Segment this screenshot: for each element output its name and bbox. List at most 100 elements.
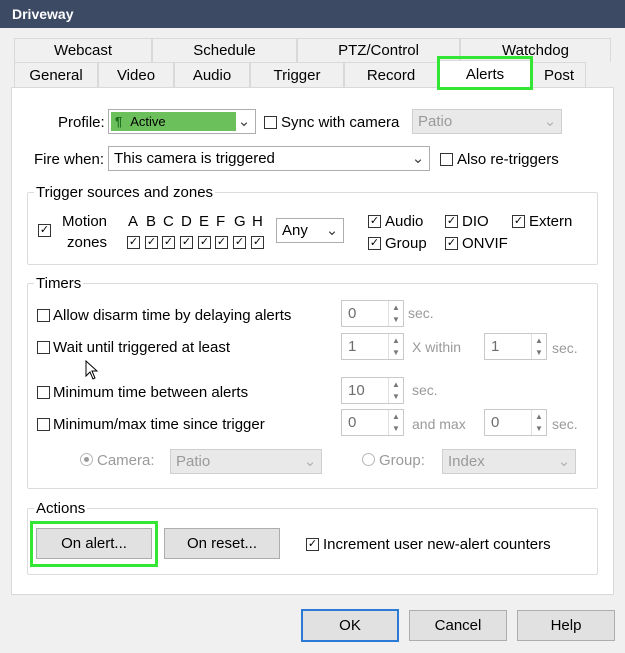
tab-post[interactable]: Post (532, 62, 586, 87)
min-max-checkbox[interactable] (37, 418, 50, 431)
on-reset-button[interactable]: On reset... (164, 528, 280, 559)
tab-schedule[interactable]: Schedule (152, 38, 297, 62)
tab-audio[interactable]: Audio (174, 62, 250, 87)
wait-triggered-checkbox[interactable] (37, 341, 50, 354)
zone-label-h: H (252, 213, 263, 230)
tab-general[interactable]: General (14, 62, 98, 87)
profile-value: Active (130, 114, 166, 129)
zone-checkbox-e[interactable]: ✓ (198, 236, 211, 249)
trigger-sources-title: Trigger sources and zones (34, 184, 216, 201)
zone-checkbox-b[interactable]: ✓ (145, 236, 158, 249)
timer-group-select[interactable]: Index ⌄ (442, 449, 576, 474)
min-between-unit: sec. (412, 382, 438, 398)
chevron-down-icon: ⌄ (543, 113, 557, 130)
motion-label: Motion (62, 213, 108, 230)
fire-when-label: Fire when: (34, 151, 105, 168)
x-within-label: X within (412, 339, 462, 355)
profile-select[interactable]: ¶ Active ⌄ (108, 109, 256, 134)
min-between-label: Minimum time between alerts (53, 384, 249, 401)
within-unit: sec. (552, 340, 578, 356)
profile-color-swatch: ¶ Active (111, 112, 236, 131)
dio-checkbox[interactable]: ✓ (445, 215, 458, 228)
tab-ptz-control[interactable]: PTZ/Control (297, 38, 460, 62)
onvif-label: ONVIF (462, 235, 508, 252)
chevron-down-icon: ⌄ (557, 453, 571, 470)
camera-radio[interactable] (80, 453, 93, 466)
max-spinner[interactable]: 0 ▲ ▼ (484, 409, 547, 436)
chevron-down-icon: ⌄ (237, 113, 251, 130)
zone-checkbox-h[interactable]: ✓ (251, 236, 264, 249)
chevron-down-icon: ⌄ (411, 150, 425, 167)
cancel-button[interactable]: Cancel (409, 610, 507, 641)
spinner-arrows-icon[interactable]: ▲ ▼ (388, 301, 403, 326)
tab-trigger[interactable]: Trigger (250, 62, 344, 87)
tab-video[interactable]: Video (98, 62, 174, 87)
min-max-label: Minimum/max time since trigger (53, 416, 265, 433)
group-checkbox[interactable]: ✓ (368, 237, 381, 250)
zone-checkbox-f[interactable]: ✓ (215, 236, 228, 249)
zone-checkbox-c[interactable]: ✓ (162, 236, 175, 249)
sync-camera-checkbox[interactable] (264, 116, 277, 129)
also-retriggers-checkbox[interactable] (440, 153, 453, 166)
wait-triggered-spinner[interactable]: 1 ▲ ▼ (341, 333, 404, 360)
chevron-down-icon: ⌄ (303, 453, 317, 470)
fire-when-value: This camera is triggered (114, 150, 275, 167)
audio-checkbox[interactable]: ✓ (368, 215, 381, 228)
sync-camera-select[interactable]: Patio ⌄ (412, 109, 562, 134)
chevron-down-icon: ⌄ (325, 222, 339, 239)
tab-row-back: Webcast Schedule PTZ/Control Watchdog (14, 38, 611, 62)
extern-label: Extern (529, 213, 573, 230)
within-spinner[interactable]: 1 ▲ ▼ (484, 333, 547, 360)
on-alert-button[interactable]: On alert... (36, 528, 152, 559)
extern-checkbox[interactable]: ✓ (512, 215, 525, 228)
within-value: 1 (491, 338, 500, 355)
timers-title: Timers (34, 275, 84, 292)
spinner-arrows-icon[interactable]: ▲ ▼ (388, 334, 403, 359)
min-spinner[interactable]: 0 ▲ ▼ (341, 409, 404, 436)
fire-when-select[interactable]: This camera is triggered ⌄ (108, 146, 430, 171)
min-between-spinner[interactable]: 10 ▲ ▼ (341, 377, 404, 404)
window-title: Driveway (0, 0, 625, 28)
group-label: Group (385, 235, 427, 252)
zone-label-a: A (128, 213, 139, 230)
increment-counters-label: Increment user new-alert counters (323, 536, 551, 553)
disarm-delay-value: 0 (348, 305, 357, 322)
tab-webcast[interactable]: Webcast (14, 38, 152, 62)
disarm-delay-checkbox[interactable] (37, 309, 50, 322)
zone-match-select[interactable]: Any ⌄ (276, 218, 344, 243)
increment-counters-checkbox[interactable]: ✓ (306, 538, 319, 551)
zone-match-value: Any (282, 222, 308, 239)
zone-label-b: B (146, 213, 157, 230)
help-button[interactable]: Help (517, 610, 615, 641)
min-between-value: 10 (348, 382, 365, 399)
tab-watchdog[interactable]: Watchdog (460, 38, 611, 62)
camera-radio-label: Camera: (97, 452, 155, 469)
max-unit: sec. (552, 416, 578, 432)
onvif-checkbox[interactable]: ✓ (445, 237, 458, 250)
zone-checkbox-g[interactable]: ✓ (233, 236, 246, 249)
group-radio[interactable] (362, 453, 375, 466)
tab-row-front: General Video Audio Trigger Record Alert… (14, 60, 586, 87)
disarm-delay-unit: sec. (408, 305, 434, 321)
spinner-arrows-icon[interactable]: ▲ ▼ (388, 410, 403, 435)
sync-camera-label: Sync with camera (281, 114, 400, 131)
zone-label-d: D (181, 213, 192, 230)
spinner-arrows-icon[interactable]: ▲ ▼ (531, 334, 546, 359)
zone-checkbox-a[interactable]: ✓ (127, 236, 140, 249)
max-value: 0 (491, 414, 500, 431)
ok-button[interactable]: OK (301, 609, 399, 642)
zone-checkbox-d[interactable]: ✓ (180, 236, 193, 249)
min-between-checkbox[interactable] (37, 386, 50, 399)
motion-zones-checkbox[interactable]: ✓ (38, 224, 51, 237)
tab-record[interactable]: Record (344, 62, 438, 87)
also-retriggers-label: Also re-triggers (457, 151, 559, 168)
group-radio-label: Group: (379, 452, 425, 469)
sync-camera-value: Patio (418, 113, 453, 130)
spinner-arrows-icon[interactable]: ▲ ▼ (531, 410, 546, 435)
disarm-delay-spinner[interactable]: 0 ▲ ▼ (341, 300, 404, 327)
wait-triggered-label: Wait until triggered at least (53, 339, 231, 356)
tab-alerts[interactable]: Alerts (438, 60, 532, 87)
spinner-arrows-icon[interactable]: ▲ ▼ (388, 378, 403, 403)
disarm-delay-label: Allow disarm time by delaying alerts (53, 307, 292, 324)
timer-camera-select[interactable]: Patio ⌄ (170, 449, 322, 474)
